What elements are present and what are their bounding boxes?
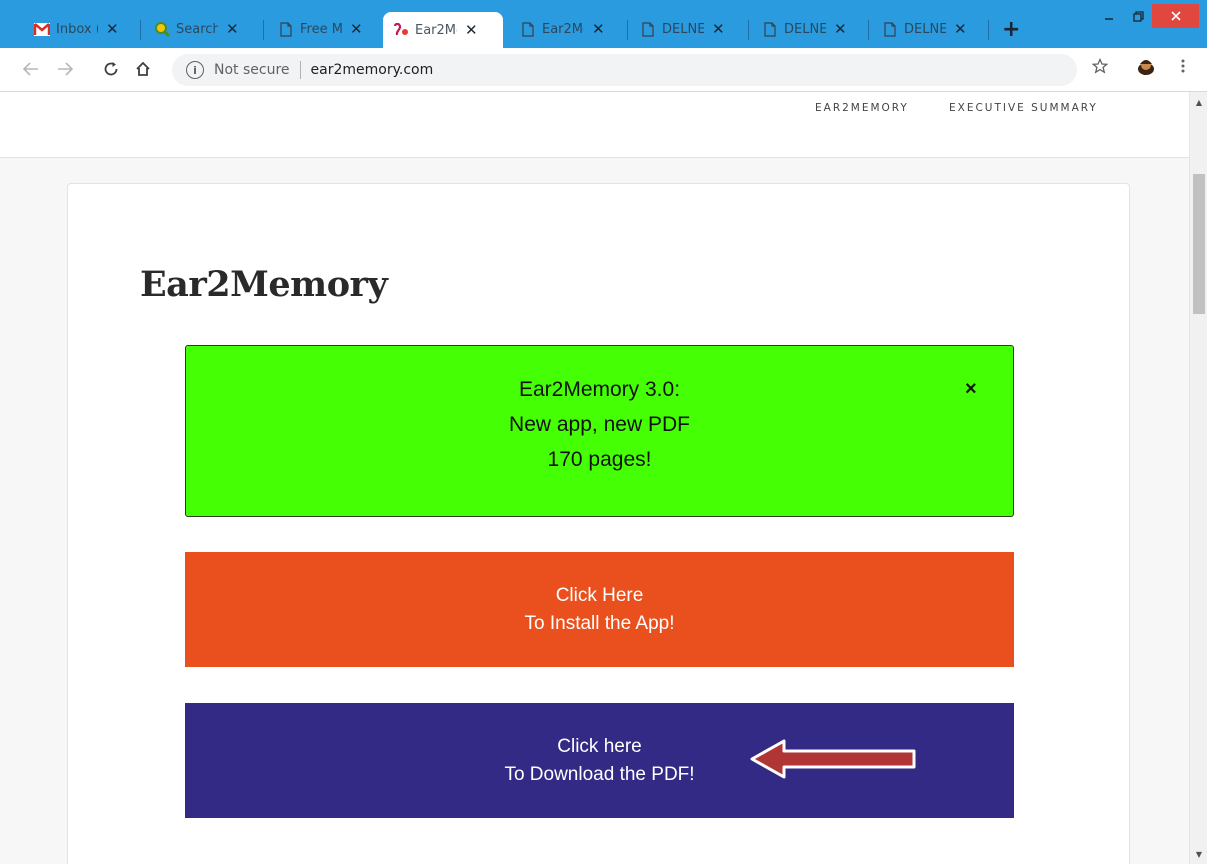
tab-close-icon[interactable]: ✕	[592, 20, 605, 38]
tab-close-icon[interactable]: ✕	[350, 20, 363, 38]
pdf-button-line: To Download the PDF!	[504, 763, 695, 785]
info-icon[interactable]: i	[186, 61, 204, 79]
tab-divider	[748, 20, 749, 40]
minimize-icon[interactable]	[1094, 4, 1124, 28]
back-icon[interactable]	[18, 56, 44, 82]
pdf-button-line: Click here	[557, 735, 642, 757]
banner-line: Ear2Memory 3.0:	[518, 378, 681, 401]
restore-icon[interactable]	[1124, 4, 1152, 28]
banner-close-icon[interactable]: ×	[965, 372, 977, 407]
tab-close-icon[interactable]: ✕	[465, 21, 478, 39]
tab-divider	[627, 20, 628, 40]
tab-close-icon[interactable]: ✕	[954, 20, 967, 38]
install-app-button[interactable]: Click Here To Install the App!	[185, 552, 1014, 667]
tab-close-icon[interactable]: ✕	[106, 20, 119, 38]
address-divider	[299, 61, 301, 79]
gmail-icon	[34, 21, 50, 37]
nav-link-ear2memory[interactable]: EAR2MEMORY	[815, 102, 909, 114]
url-text: ear2memory.com	[310, 62, 434, 78]
tab-divider	[988, 20, 989, 40]
address-bar[interactable]: i Not secure ear2memory.com	[172, 54, 1077, 86]
tab-divider	[868, 20, 869, 40]
tab-title: Search	[176, 21, 218, 37]
install-button-line: To Install the App!	[524, 612, 675, 634]
window-close-icon[interactable]	[1152, 4, 1199, 28]
forward-icon[interactable]	[52, 56, 78, 82]
tab-title: DELNE	[662, 21, 704, 37]
content-card: Ear2Memory Ear2Memory 3.0: New app, new …	[67, 183, 1130, 864]
tab-delne-2[interactable]: DELNE ✕	[752, 14, 847, 44]
announcement-banner: Ear2Memory 3.0: New app, new PDF 170 pag…	[185, 345, 1014, 517]
tab-close-icon[interactable]: ✕	[712, 20, 725, 38]
tab-search[interactable]: Search ✕	[144, 14, 239, 44]
scroll-down-arrow-icon[interactable]: ▼	[1190, 846, 1207, 862]
tab-title: DELNE	[784, 21, 826, 37]
menu-kebab-icon[interactable]	[1180, 58, 1186, 79]
tab-title: DELNE	[904, 21, 946, 37]
tab-delne-3[interactable]: DELNE ✕	[872, 14, 967, 44]
tab-ear2memory-2[interactable]: Ear2Me ✕	[510, 14, 605, 44]
tab-title: Ear2Me	[542, 21, 584, 37]
tab-divider	[263, 20, 264, 40]
page-title: Ear2Memory	[140, 264, 388, 305]
new-tab-button[interactable]: +	[1002, 17, 1020, 42]
page-scrollbar[interactable]: ▲ ▼	[1189, 92, 1207, 864]
tab-ear2memory-active[interactable]: Ear2Me ✕	[383, 12, 503, 48]
page-icon	[762, 21, 778, 37]
security-label: Not secure	[214, 62, 290, 78]
ear2memory-favicon	[393, 22, 409, 38]
page-icon	[520, 21, 536, 37]
tab-title: Inbox (	[56, 21, 98, 37]
nav-link-executive-summary[interactable]: EXECUTIVE SUMMARY	[949, 102, 1098, 114]
home-icon[interactable]	[130, 56, 156, 82]
site-header: EAR2MEMORY EXECUTIVE SUMMARY	[0, 92, 1189, 158]
tab-close-icon[interactable]: ✕	[834, 20, 847, 38]
page-viewport: EAR2MEMORY EXECUTIVE SUMMARY Ear2Memory …	[0, 92, 1189, 864]
page-icon	[278, 21, 294, 37]
pointer-arrow-icon	[750, 739, 916, 779]
page-icon	[640, 21, 656, 37]
page-icon	[882, 21, 898, 37]
extension-icon[interactable]	[1136, 57, 1156, 82]
tab-gmail[interactable]: Inbox ( ✕	[24, 14, 119, 44]
scroll-up-arrow-icon[interactable]: ▲	[1190, 94, 1207, 110]
scrollbar-thumb[interactable]	[1193, 174, 1205, 314]
search-app-icon	[154, 21, 170, 37]
tab-free[interactable]: Free M ✕	[268, 14, 363, 44]
bookmark-star-icon[interactable]	[1091, 57, 1109, 79]
tab-title: Ear2Me	[415, 22, 457, 38]
reload-icon[interactable]	[98, 56, 124, 82]
install-button-line: Click Here	[555, 584, 644, 606]
tab-divider	[140, 20, 141, 40]
tab-close-icon[interactable]: ✕	[226, 20, 239, 38]
tab-delne-1[interactable]: DELNE ✕	[630, 14, 725, 44]
tab-title: Free M	[300, 21, 342, 37]
banner-line: New app, new PDF	[509, 413, 690, 436]
banner-line: 170 pages!	[547, 448, 652, 471]
browser-toolbar: i Not secure ear2memory.com	[0, 48, 1207, 92]
